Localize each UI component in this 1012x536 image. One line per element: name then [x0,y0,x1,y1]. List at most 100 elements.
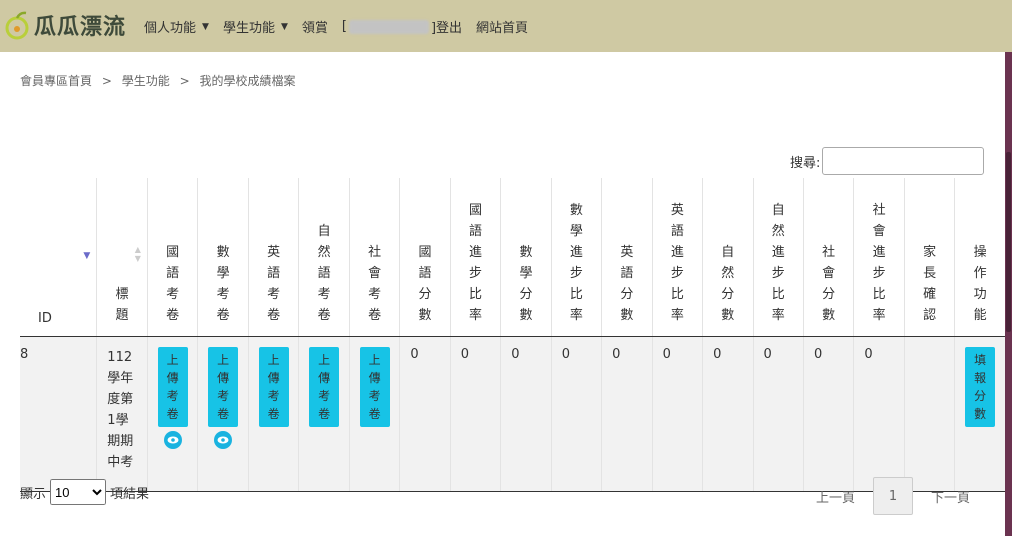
col-header-actions: 操作功能 [954,178,1005,337]
cell-chinese-paper: 上傳考卷 [147,336,199,492]
col-header-label: 國語進步比率 [469,203,483,323]
col-header-label: 英語進步比率 [670,203,684,323]
col-header-science-score: 自然分數 [702,178,754,337]
col-header-chinese-progress: 國語進步比率 [450,178,502,337]
melon-logo-icon [5,11,29,40]
button-label: 上傳考卷 [217,353,230,421]
button-label: 填報分數 [974,353,987,421]
col-header-chinese-paper: 國語考卷 [147,178,199,337]
caret-down-icon: ▼ [280,21,288,32]
results-label: 項結果 [110,486,150,502]
cell-science-score: 0 [702,336,754,492]
button-label: 上傳考卷 [368,353,381,421]
upload-math-paper-button[interactable]: 上傳考卷 [208,347,239,427]
cell-actions: 填報分數 [954,336,1005,492]
col-header-title[interactable]: 標題 ▲ ▼ [96,178,148,337]
search-input[interactable] [822,147,985,175]
cell-social-progress: 0 [853,336,905,492]
col-header-math-paper: 數學考卷 [197,178,249,337]
sort-desc-icon: ▼ [83,251,91,261]
col-header-english-progress: 英語進步比率 [652,178,704,337]
table-row: 8 112學年度第1學期期中考 上傳考卷 上傳考卷 上傳考卷 上傳考卷 上傳考卷… [20,336,1005,492]
cell-english-score: 0 [601,336,653,492]
col-header-id[interactable]: ID ▼ [20,178,98,337]
home-link-label: 網站首頁 [476,21,529,36]
main-nav: 個人功能 ▼ 學生功能 ▼ 領賞 [ ]登出 網站首頁 [144,17,542,36]
col-header-english-score: 英語分數 [601,178,653,337]
next-page-button[interactable]: 下一頁 [931,487,970,506]
col-header-parent-confirm: 家長確認 [904,178,956,337]
col-header-label: 國語考卷 [166,245,180,323]
cell-parent-confirm [904,336,956,492]
col-header-social-paper: 社會考卷 [349,178,401,337]
col-header-english-paper: 英語考卷 [248,178,300,337]
col-header-label: 標題 [115,287,129,323]
site-logo[interactable]: 瓜瓜漂流 [4,9,126,41]
bracket-open: [ [341,19,347,34]
breadcrumb-member-home[interactable]: 會員專區首頁 [20,74,92,88]
cell-math-paper: 上傳考卷 [197,336,249,492]
col-header-label: 英語分數 [620,245,634,323]
page-length-control: 顯示 10 項結果 [20,479,149,505]
col-header-chinese-score: 國語分數 [399,178,451,337]
upload-chinese-paper-button[interactable]: 上傳考卷 [157,347,188,427]
col-header-label: 數學考卷 [216,245,230,323]
logo-text: 瓜瓜漂流 [34,15,127,40]
breadcrumb-separator: > [101,74,112,88]
show-label: 顯示 [20,486,47,502]
upload-english-paper-button[interactable]: 上傳考卷 [258,347,289,427]
cell-math-score: 0 [500,336,552,492]
col-header-label: 家長確認 [923,245,937,323]
cell-english-paper: 上傳考卷 [248,336,300,492]
col-header-math-progress: 數學進步比率 [551,178,603,337]
view-eye-icon[interactable] [214,431,233,449]
cell-english-progress: 0 [652,336,704,492]
col-header-label: 社會考卷 [368,245,382,323]
cell-chinese-progress: 0 [450,336,502,492]
button-label: 上傳考卷 [166,353,179,421]
upload-social-paper-button[interactable]: 上傳考卷 [359,347,390,427]
breadcrumb: 會員專區首頁 > 學生功能 > 我的學校成績檔案 [20,72,301,89]
col-header-label: 自然進步比率 [771,203,785,323]
nav-personal-label: 個人功能 [144,21,197,36]
col-header-label: 數學分數 [519,245,533,323]
col-header-science-progress: 自然進步比率 [753,178,804,337]
col-header-label: 社會進步比率 [872,203,886,323]
breadcrumb-current: 我的學校成績檔案 [199,74,296,88]
fill-scores-button[interactable]: 填報分數 [965,347,996,427]
top-navbar: 瓜瓜漂流 個人功能 ▼ 學生功能 ▼ 領賞 [ ]登出 網站首頁 [0,0,1012,52]
breadcrumb-student[interactable]: 學生功能 [122,74,170,88]
pagination: 上一頁 1 下一頁 [816,477,970,515]
cell-title: 112學年度第1學期期中考 [96,336,148,492]
col-header-label: ID [38,311,52,326]
cell-social-score: 0 [803,336,855,492]
col-header-label: 社會分數 [822,245,836,323]
cell-math-progress: 0 [551,336,603,492]
col-header-science-paper: 自然語考卷 [298,178,350,337]
page-number-button[interactable]: 1 [873,477,914,515]
cell-id: 8 [20,336,98,492]
search-label: 搜尋: [790,155,821,171]
col-header-social-score: 社會分數 [803,178,855,337]
page-size-select[interactable]: 10 [50,479,107,505]
nav-student-menu[interactable]: 學生功能 ▼ [223,17,288,36]
col-header-label: 操作功能 [973,245,987,323]
breadcrumb-separator: > [179,74,190,88]
button-label: 上傳考卷 [318,353,331,421]
nav-personal-menu[interactable]: 個人功能 ▼ [144,17,209,36]
view-eye-icon[interactable] [163,431,182,449]
logout-link[interactable]: ]登出 [431,17,462,36]
col-header-label: 自然語考卷 [317,224,331,323]
nav-reward-link[interactable]: 領賞 [302,17,328,36]
user-logout-area[interactable]: [ ]登出 [342,17,462,36]
content-panel: 會員專區首頁 > 學生功能 > 我的學校成績檔案 搜尋: ID ▼ 標題 ▲ ▼ 國… [0,52,1005,536]
scrollbar-thumb[interactable] [1006,152,1011,332]
home-link[interactable]: 網站首頁 [476,17,528,36]
col-header-label: 國語分數 [418,245,432,323]
prev-page-button[interactable]: 上一頁 [816,487,855,506]
col-header-label: 數學進步比率 [569,203,583,323]
vertical-scrollbar[interactable] [1005,52,1012,536]
search-box: 搜尋: [790,147,985,175]
upload-science-paper-button[interactable]: 上傳考卷 [309,347,340,427]
button-label: 上傳考卷 [267,353,280,421]
